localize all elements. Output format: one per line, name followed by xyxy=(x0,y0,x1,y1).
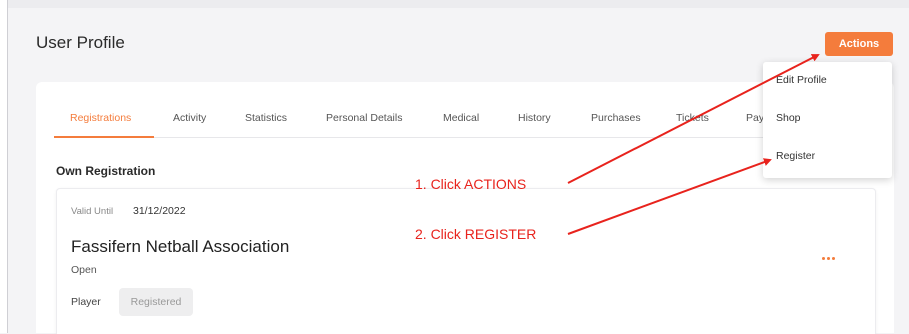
tab-history[interactable]: History xyxy=(518,112,551,124)
actions-button[interactable]: Actions xyxy=(825,32,893,56)
tab-personal-details[interactable]: Personal Details xyxy=(326,112,402,124)
tab-payments[interactable]: Pay xyxy=(746,112,764,124)
tab-medical[interactable]: Medical xyxy=(443,112,479,124)
tab-tickets[interactable]: Tickets xyxy=(676,112,709,124)
tab-statistics[interactable]: Statistics xyxy=(245,112,287,124)
tab-purchases[interactable]: Purchases xyxy=(591,112,641,124)
section-title: Own Registration xyxy=(56,164,156,178)
valid-until-date: 31/12/2022 xyxy=(133,205,186,217)
tab-registrations[interactable]: Registrations xyxy=(70,112,131,124)
role-status-badge: Registered xyxy=(119,288,193,316)
tab-active-indicator xyxy=(54,136,154,138)
page-title: User Profile xyxy=(36,33,125,52)
actions-dropdown-menu: Edit Profile Shop Register xyxy=(763,62,892,178)
more-options-icon[interactable] xyxy=(822,256,838,262)
registration-status: Open xyxy=(71,264,97,276)
role-label: Player xyxy=(71,296,101,308)
top-band xyxy=(8,0,909,8)
tab-divider xyxy=(54,137,874,138)
annotation-step-1: 1. Click ACTIONS xyxy=(415,176,527,192)
tab-activity[interactable]: Activity xyxy=(173,112,206,124)
window-left-edge xyxy=(0,0,8,333)
annotation-step-2: 2. Click REGISTER xyxy=(415,226,537,242)
menu-item-edit-profile[interactable]: Edit Profile xyxy=(776,74,827,86)
organisation-name: Fassifern Netball Association xyxy=(71,237,290,256)
menu-item-register[interactable]: Register xyxy=(776,150,815,162)
valid-until-label: Valid Until xyxy=(71,206,114,217)
menu-item-shop[interactable]: Shop xyxy=(776,112,801,124)
